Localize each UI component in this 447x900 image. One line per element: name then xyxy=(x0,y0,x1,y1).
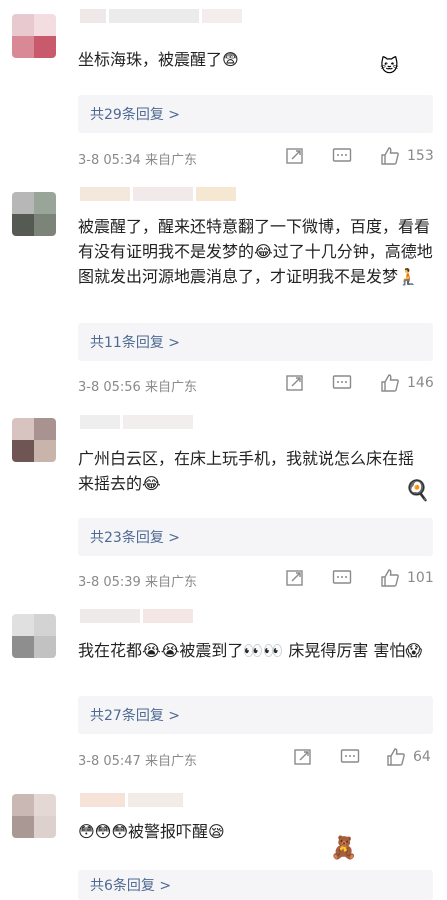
share-icon[interactable] xyxy=(293,748,313,766)
share-icon[interactable] xyxy=(285,147,305,165)
username-blurred[interactable] xyxy=(80,792,260,807)
comment-actions: 153 xyxy=(285,147,435,167)
comment-text: 被震醒了，醒来还特意翻了一下微博，百度，看看有没有证明我不是发梦的😂过了十几分钟… xyxy=(78,217,433,286)
replies-button[interactable]: 共29条回复 > xyxy=(78,95,433,133)
like-count: 153 xyxy=(407,148,434,164)
replies-label[interactable]: 共29条回复 > xyxy=(90,104,180,124)
avatar[interactable] xyxy=(12,14,56,58)
comment-icon[interactable] xyxy=(332,374,352,392)
avatar[interactable] xyxy=(12,614,56,658)
comment-item: 我在花都😭😭被震到了👀👀 床晃得厉害 害怕😱 共27条回复 > 3-8 05:4… xyxy=(0,600,447,780)
timestamp-location: 3-8 05:47 来自广东 xyxy=(78,754,197,769)
replies-label[interactable]: 共23条回复 > xyxy=(90,527,180,547)
replies-button[interactable]: 共11条回复 > xyxy=(78,323,433,361)
replies-label[interactable]: 共11条回复 > xyxy=(90,332,180,352)
comment-feed: 坐标海珠，被震醒了😨 🐱 共29条回复 > 3-8 05:34 来自广东 153… xyxy=(0,0,447,900)
thumbs-up-icon[interactable] xyxy=(380,374,400,392)
share-icon[interactable] xyxy=(285,569,305,587)
timestamp-location: 3-8 05:39 来自广东 xyxy=(78,575,197,590)
thumbs-up-icon[interactable] xyxy=(386,748,406,766)
username-blurred[interactable] xyxy=(80,186,260,201)
replies-button[interactable]: 共23条回复 > xyxy=(78,518,433,556)
avatar[interactable] xyxy=(12,192,56,236)
replies-label[interactable]: 共27条回复 > xyxy=(90,705,180,725)
timestamp-location: 3-8 05:56 来自广东 xyxy=(78,380,197,395)
comment-item: 被震醒了，醒来还特意翻了一下微博，百度，看看有没有证明我不是发梦的😂过了十几分钟… xyxy=(0,180,447,408)
comment-text: 我在花都😭😭被震到了👀👀 床晃得厉害 害怕😱 xyxy=(78,641,423,660)
comment-actions: 101 xyxy=(285,569,435,589)
avatar[interactable] xyxy=(12,418,56,462)
replies-button[interactable]: 共6条回复 > xyxy=(78,870,433,900)
egg-sticker: 🍳 xyxy=(405,478,430,502)
cat-sticker: 🐱 xyxy=(380,56,399,77)
comment-text: 😳😳😳被警报吓醒😪 xyxy=(78,822,225,841)
avatar[interactable] xyxy=(12,794,56,838)
thumbs-up-icon[interactable] xyxy=(380,569,400,587)
like-count: 64 xyxy=(413,749,431,765)
username-blurred[interactable] xyxy=(80,608,260,623)
timestamp-location: 3-8 05:34 来自广东 xyxy=(78,153,197,168)
thumbs-up-icon[interactable] xyxy=(380,147,400,165)
like-count: 146 xyxy=(407,375,434,391)
replies-button[interactable]: 共27条回复 > xyxy=(78,696,433,734)
like-count: 101 xyxy=(407,570,434,586)
replies-label[interactable]: 共6条回复 > xyxy=(90,875,171,895)
comment-actions: 146 xyxy=(285,374,435,394)
username-blurred[interactable] xyxy=(80,8,260,23)
character-sticker: 🧸 xyxy=(330,836,358,861)
comment-icon[interactable] xyxy=(340,748,360,766)
username-blurred[interactable] xyxy=(80,414,260,429)
comment-item: 😳😳😳被警报吓醒😪 🧸 共6条回复 > xyxy=(0,780,447,900)
comment-icon[interactable] xyxy=(332,147,352,165)
share-icon[interactable] xyxy=(285,374,305,392)
comment-text: 广州白云区，在床上玩手机，我就说怎么床在摇来摇去的😂 xyxy=(78,449,415,493)
comment-item: 坐标海珠，被震醒了😨 🐱 共29条回复 > 3-8 05:34 来自广东 153 xyxy=(0,0,447,180)
comment-item: 广州白云区，在床上玩手机，我就说怎么床在摇来摇去的😂 🍳 共23条回复 > 3-… xyxy=(0,408,447,600)
comment-icon[interactable] xyxy=(332,569,352,587)
comment-actions: 64 xyxy=(285,748,435,768)
